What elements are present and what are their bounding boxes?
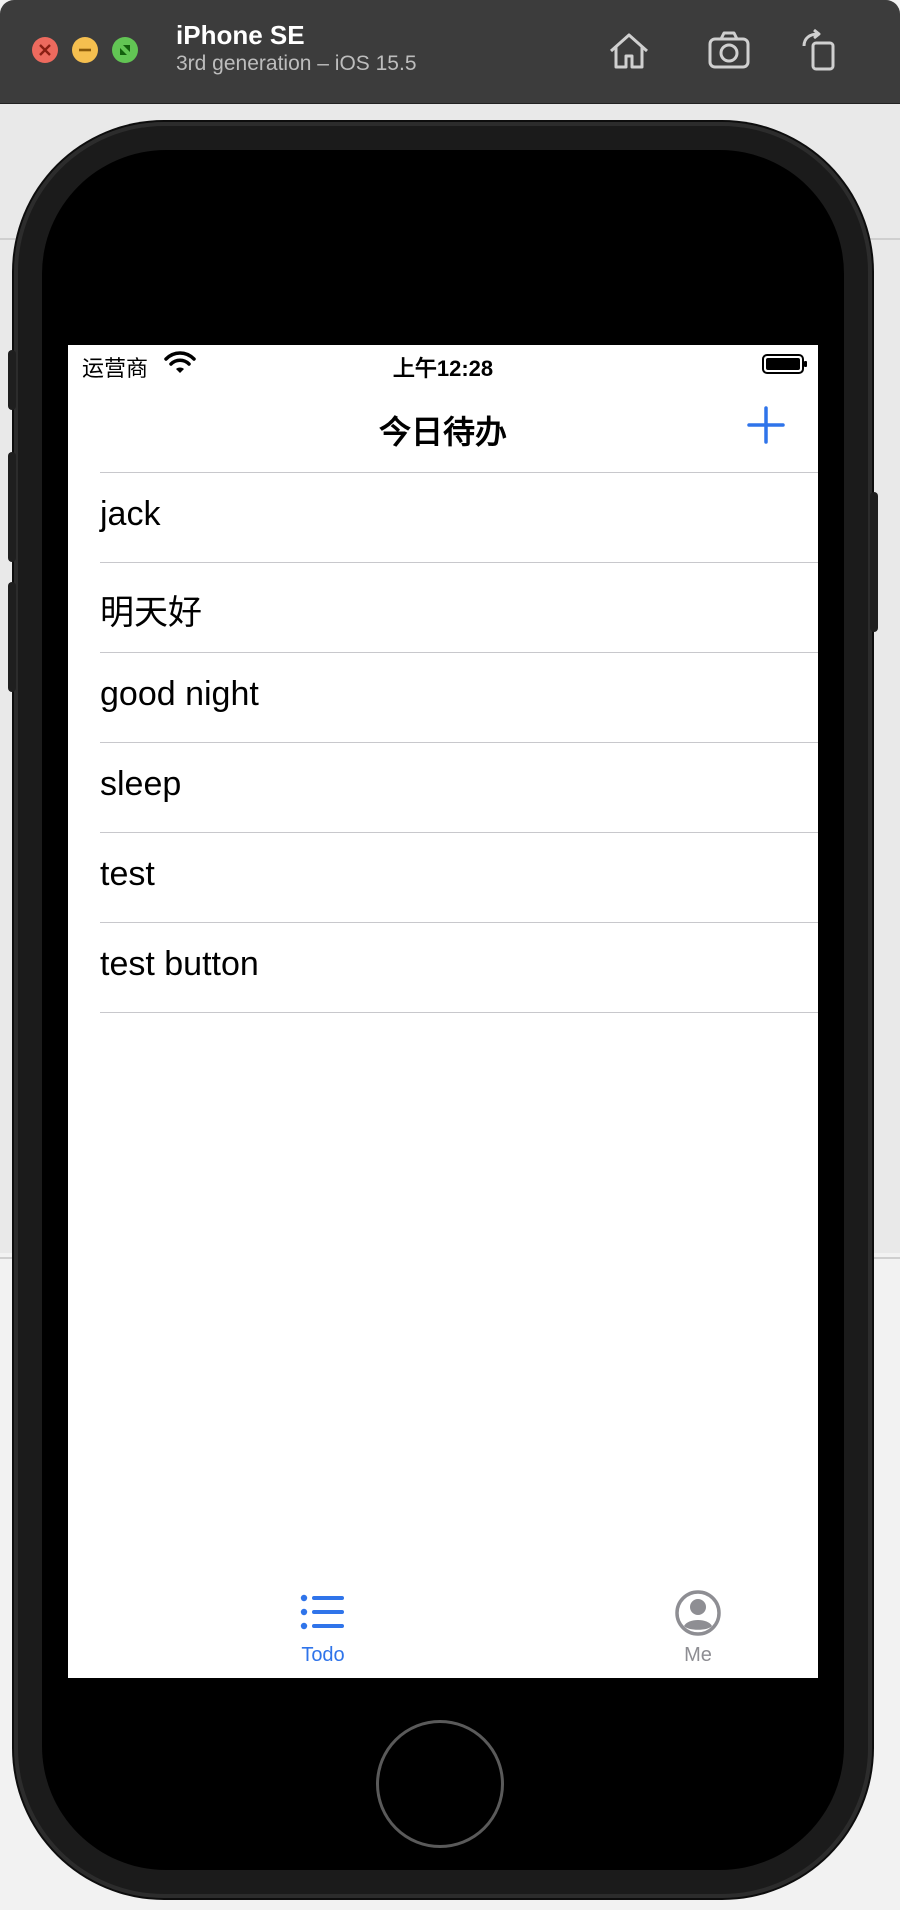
plus-icon	[747, 406, 785, 444]
page-title: 今日待办	[378, 414, 507, 450]
home-icon	[610, 33, 648, 69]
zoom-window-button[interactable]	[112, 37, 138, 63]
add-todo-button[interactable]	[744, 403, 788, 447]
todo-label: test	[100, 855, 155, 893]
power-button	[870, 492, 878, 632]
todo-label: good night	[100, 675, 259, 713]
home-button[interactable]	[376, 1720, 504, 1848]
navigation-bar: 今日待办	[68, 385, 818, 472]
todo-row[interactable]: good night	[68, 653, 818, 743]
volume-up-button	[8, 452, 16, 562]
rotate-icon	[802, 28, 835, 71]
simulator-title-bar: iPhone SE 3rd generation – iOS 15.5	[0, 0, 900, 104]
todo-row[interactable]: test	[68, 833, 818, 923]
mute-switch	[8, 350, 16, 410]
device-subtitle: 3rd generation – iOS 15.5	[176, 52, 417, 75]
todo-label: test button	[100, 945, 259, 983]
todo-row[interactable]: jack	[68, 473, 818, 563]
person-circle-icon	[675, 1590, 721, 1636]
camera-icon	[708, 31, 750, 69]
todo-label: jack	[100, 495, 161, 533]
list-icon	[300, 1594, 344, 1630]
row-separator	[100, 1012, 818, 1013]
app-screen: 运营商 上午12:28 今日待办 jack 明天好 good night sle…	[68, 345, 818, 1678]
volume-down-button	[8, 582, 16, 692]
todo-row[interactable]: sleep	[68, 743, 818, 833]
tab-bar: Todo Me	[68, 1578, 818, 1678]
tab-me-label: Me	[684, 1644, 712, 1666]
minimize-window-button[interactable]	[72, 37, 98, 63]
status-bar: 运营商 上午12:28	[68, 345, 818, 385]
close-window-button[interactable]	[32, 37, 58, 63]
tab-me[interactable]: Me	[598, 1578, 798, 1678]
todo-label: 明天好	[100, 594, 202, 632]
rotate-toolbar-button[interactable]	[794, 24, 848, 78]
zoom-icon	[120, 45, 130, 55]
minimize-icon	[79, 48, 91, 52]
todo-row[interactable]: 明天好	[68, 563, 818, 653]
battery-icon	[762, 354, 807, 374]
tab-todo[interactable]: Todo	[223, 1578, 423, 1678]
device-name: iPhone SE	[176, 20, 305, 50]
close-icon	[39, 44, 51, 56]
screenshot-toolbar-button[interactable]	[702, 24, 756, 78]
todo-label: sleep	[100, 765, 182, 803]
todo-list: jack 明天好 good night sleep test test butt…	[68, 473, 818, 1013]
todo-row[interactable]: test button	[68, 923, 818, 1013]
tab-todo-label: Todo	[301, 1644, 345, 1666]
status-time: 上午12:28	[392, 356, 494, 381]
home-toolbar-button[interactable]	[602, 24, 656, 78]
